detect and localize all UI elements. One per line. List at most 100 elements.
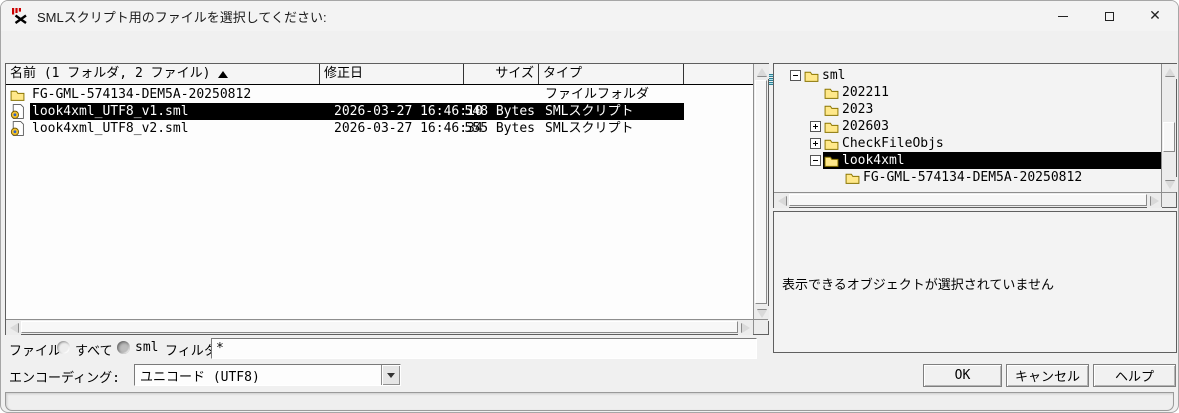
file-modified: 2026-03-27 16:46:10 [320, 103, 464, 120]
folder-icon [824, 104, 839, 116]
folder-icon [6, 86, 30, 103]
column-header-type[interactable]: タイプ [539, 64, 684, 84]
folder-icon [824, 121, 839, 133]
file-list-vertical-scrollbar[interactable] [753, 64, 768, 321]
tree-vertical-scrollbar[interactable] [1161, 64, 1176, 192]
scroll-left-icon[interactable] [6, 320, 21, 335]
file-list-horizontal-scrollbar[interactable] [6, 319, 753, 334]
table-row[interactable]: look4xml_UTF8_v2.sml 2026-03-27 16:46:34… [6, 120, 753, 137]
tree-item-label: look4xml [839, 152, 905, 169]
column-header-size[interactable]: サイズ [464, 64, 539, 84]
tree-item-2023[interactable]: 2023 [774, 101, 1162, 118]
table-row[interactable]: FG-GML-574134-DEM5A-20250812 ファイルフォルダ [6, 86, 753, 103]
scrollbar-corner [753, 319, 768, 334]
encoding-value: ユニコード (UTF8) [135, 366, 381, 385]
tree-item-label: 202603 [839, 118, 889, 135]
radio-sml-files[interactable] [117, 341, 130, 354]
file-modified: 2026-03-27 16:46:34 [320, 120, 464, 137]
file-rows: FG-GML-574134-DEM5A-20250812 ファイルフォルダ lo… [6, 86, 753, 137]
maximize-icon [1105, 12, 1114, 21]
scrollbar-thumb[interactable] [21, 321, 738, 333]
app-icon [11, 7, 29, 25]
folder-tree: sml 202211 2023 [774, 67, 1162, 186]
help-button[interactable]: ヘルプ [1093, 364, 1176, 387]
radio-all-files[interactable] [57, 341, 70, 354]
title-bar: SMLスクリプト用のファイルを選択してください: ✕ [1, 1, 1178, 31]
file-name: FG-GML-574134-DEM5A-20250812 [30, 86, 320, 103]
scroll-up-icon[interactable] [1162, 64, 1177, 79]
tree-item-202603[interactable]: 202603 [774, 118, 1162, 135]
folder-icon [824, 87, 839, 99]
folder-icon [804, 70, 819, 82]
cancel-button[interactable]: キャンセル [1006, 364, 1089, 387]
file-name: look4xml_UTF8_v2.sml [30, 120, 320, 137]
filter-pattern-label: フィルタ [165, 340, 217, 359]
radio-all-label[interactable]: すべて [75, 340, 113, 359]
file-type: SMLスクリプト [539, 120, 684, 137]
encoding-dropdown-button[interactable] [381, 365, 400, 385]
encoding-label: エンコーディング: [9, 367, 120, 386]
collapse-icon[interactable] [810, 155, 821, 166]
tree-item-label: sml [819, 67, 845, 84]
sml-script-icon [6, 103, 30, 120]
file-name: look4xml_UTF8_v1.sml [30, 103, 320, 120]
window-controls: ✕ [1040, 1, 1178, 31]
tree-item-checkfileobjs[interactable]: CheckFileObjs [774, 135, 1162, 152]
window-title: SMLスクリプト用のファイルを選択してください: [37, 7, 327, 26]
ok-button[interactable]: OK [923, 364, 1002, 387]
file-modified [320, 86, 464, 103]
object-preview-panel: 表示できるオブジェクトが選択されていません [773, 211, 1177, 353]
tree-item-look4xml[interactable]: look4xml [774, 152, 1162, 169]
expand-icon[interactable] [810, 138, 821, 149]
folder-tree-panel: sml 202211 2023 [773, 63, 1177, 208]
file-size: 555 Bytes [464, 120, 539, 137]
scroll-left-icon[interactable] [774, 193, 789, 208]
tree-item-label: 202211 [839, 84, 889, 101]
column-header-filler [684, 64, 753, 84]
scrollbar-thumb[interactable] [755, 80, 767, 304]
minimize-button[interactable] [1040, 1, 1086, 31]
close-button[interactable]: ✕ [1132, 1, 1178, 31]
toolbar: C: (Windows) sml look4xml A ⟳ [1, 31, 1178, 63]
file-size: 548 Bytes [464, 103, 539, 120]
file-list-header: 名前 (1 フォルダ, 2 ファイル) 修正日 サイズ タイプ [6, 64, 753, 85]
file-list-panel: 名前 (1 フォルダ, 2 ファイル) 修正日 サイズ タイプ FG-GML-5… [5, 63, 769, 335]
tree-item-label: FG-GML-574134-DEM5A-20250812 [860, 169, 1082, 186]
tree-item-fg-gml[interactable]: FG-GML-574134-DEM5A-20250812 [774, 169, 1162, 186]
scrollbar-corner [1161, 192, 1176, 207]
tree-horizontal-scrollbar[interactable] [774, 192, 1162, 207]
scrollbar-thumb[interactable] [789, 194, 1147, 206]
maximize-button[interactable] [1086, 1, 1132, 31]
scroll-up-icon[interactable] [754, 64, 769, 79]
tree-item-label: 2023 [839, 101, 873, 118]
column-header-modified[interactable]: 修正日 [320, 64, 464, 84]
file-type: ファイルフォルダ [539, 86, 684, 103]
scrollbar-thumb[interactable] [1163, 122, 1175, 152]
minimize-icon [1058, 16, 1068, 17]
close-icon: ✕ [1149, 8, 1161, 24]
file-type: SMLスクリプト [539, 103, 684, 120]
scroll-down-icon[interactable] [1162, 177, 1177, 192]
folder-icon [845, 172, 860, 184]
file-size [464, 86, 539, 103]
scroll-right-icon[interactable] [1147, 193, 1162, 208]
tree-item-sml[interactable]: sml [774, 67, 1162, 84]
radio-sml-label[interactable]: sml [135, 340, 158, 355]
file-filter-label: ファイル [9, 340, 61, 359]
folder-icon [824, 138, 839, 150]
table-row[interactable]: look4xml_UTF8_v1.sml 2026-03-27 16:46:10… [6, 103, 753, 120]
filter-row: ファイル すべて sml フィルタ [1, 337, 769, 361]
filter-pattern-input[interactable] [211, 338, 757, 359]
no-object-message: 表示できるオブジェクトが選択されていません [782, 274, 1054, 293]
expand-icon[interactable] [810, 121, 821, 132]
column-header-name[interactable]: 名前 (1 フォルダ, 2 ファイル) [6, 64, 320, 84]
file-select-dialog: SMLスクリプト用のファイルを選択してください: ✕ C [0, 0, 1179, 413]
encoding-select[interactable]: ユニコード (UTF8) [134, 364, 401, 386]
scroll-right-icon[interactable] [738, 320, 753, 335]
tree-item-202211[interactable]: 202211 [774, 84, 1162, 101]
status-bar [5, 392, 1174, 411]
sort-ascending-icon [218, 71, 228, 78]
collapse-icon[interactable] [790, 70, 801, 81]
sml-script-icon [6, 120, 30, 137]
chevron-down-icon [387, 373, 395, 378]
